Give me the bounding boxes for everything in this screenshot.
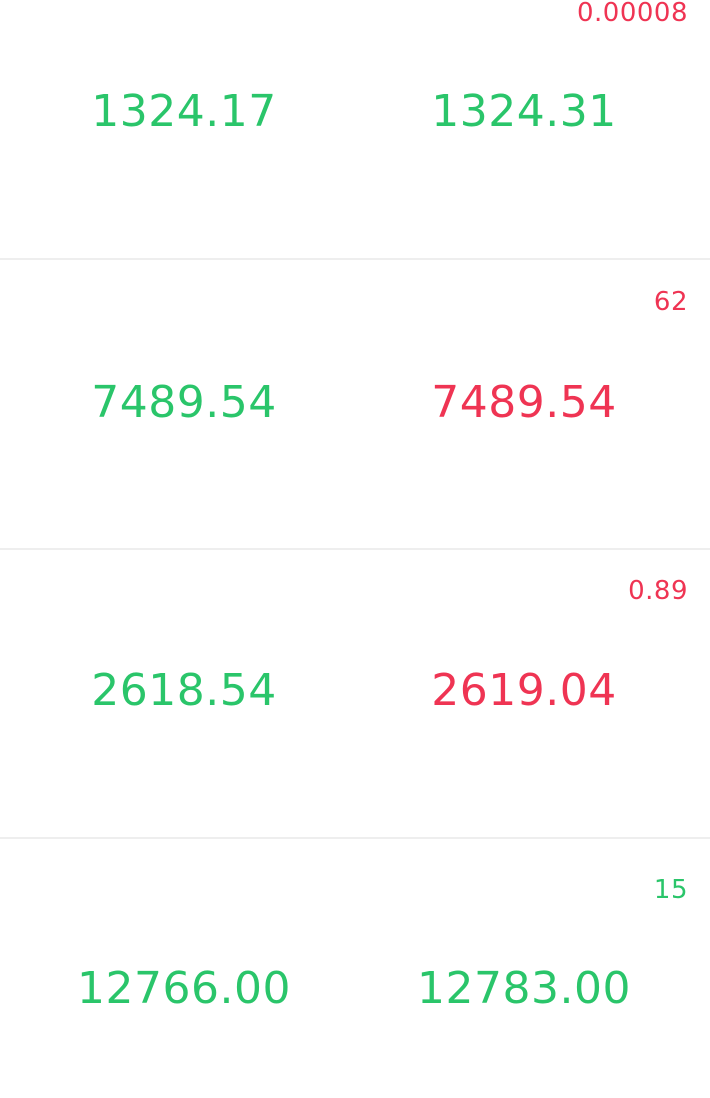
ask-price: 1324.31 <box>431 86 617 137</box>
quote-list: 0.00008 1324.17 1324.31 62 7489.54 7489.… <box>0 0 710 1098</box>
bid-price: 12766.00 <box>77 963 291 1014</box>
ask-price: 2619.04 <box>431 665 617 716</box>
ask-price: 12783.00 <box>417 963 631 1014</box>
bid-price: 1324.17 <box>91 86 277 137</box>
quote-row[interactable]: 0.89 2618.54 2619.04 <box>0 550 710 839</box>
bid-price: 2618.54 <box>91 665 277 716</box>
quote-row[interactable]: 0.00008 1324.17 1324.31 <box>0 0 710 260</box>
spread-value: 62 <box>653 287 688 317</box>
ask-price: 7489.54 <box>431 377 617 428</box>
quote-row[interactable]: 62 7489.54 7489.54 <box>0 260 710 550</box>
quote-row[interactable]: 15 12766.00 12783.00 <box>0 839 710 1098</box>
spread-value: 0.00008 <box>576 0 688 28</box>
spread-value: 0.89 <box>628 576 688 606</box>
bid-price: 7489.54 <box>91 377 277 428</box>
spread-value: 15 <box>653 875 688 905</box>
